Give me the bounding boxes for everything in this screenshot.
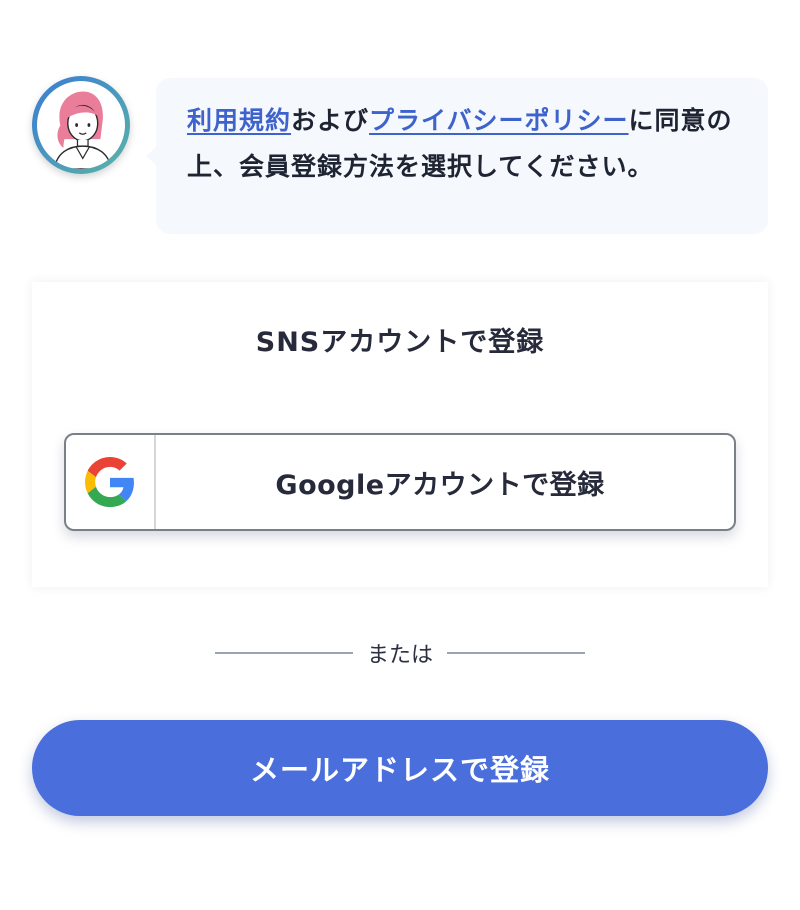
privacy-policy-link[interactable]: プライバシーポリシー: [369, 106, 629, 135]
bubble-and-text: および: [291, 106, 370, 135]
or-label: または: [367, 643, 434, 668]
email-register-button[interactable]: メールアドレスで登録: [32, 720, 768, 816]
registration-page: 利用規約およびプライバシーポリシーに同意の上、会員登録方法を選択してください。 …: [0, 0, 800, 910]
female-support-avatar-icon: [37, 81, 125, 169]
sns-registration-card: SNSアカウントで登録 Googleアカウントで登録: [32, 282, 768, 587]
terms-link[interactable]: 利用規約: [187, 106, 291, 135]
google-register-button[interactable]: Googleアカウントで登録: [64, 433, 736, 531]
google-register-label: Googleアカウントで登録: [275, 469, 605, 501]
google-logo-icon: [85, 457, 134, 507]
avatar: [32, 76, 130, 174]
instruction-bubble: 利用規約およびプライバシーポリシーに同意の上、会員登録方法を選択してください。: [146, 78, 768, 234]
divider-line-right: [447, 652, 586, 654]
divider-line-left: [215, 652, 353, 654]
or-divider: または: [215, 638, 586, 668]
sns-section-title: SNSアカウントで登録: [255, 327, 545, 358]
google-icon-cell: [66, 435, 156, 529]
